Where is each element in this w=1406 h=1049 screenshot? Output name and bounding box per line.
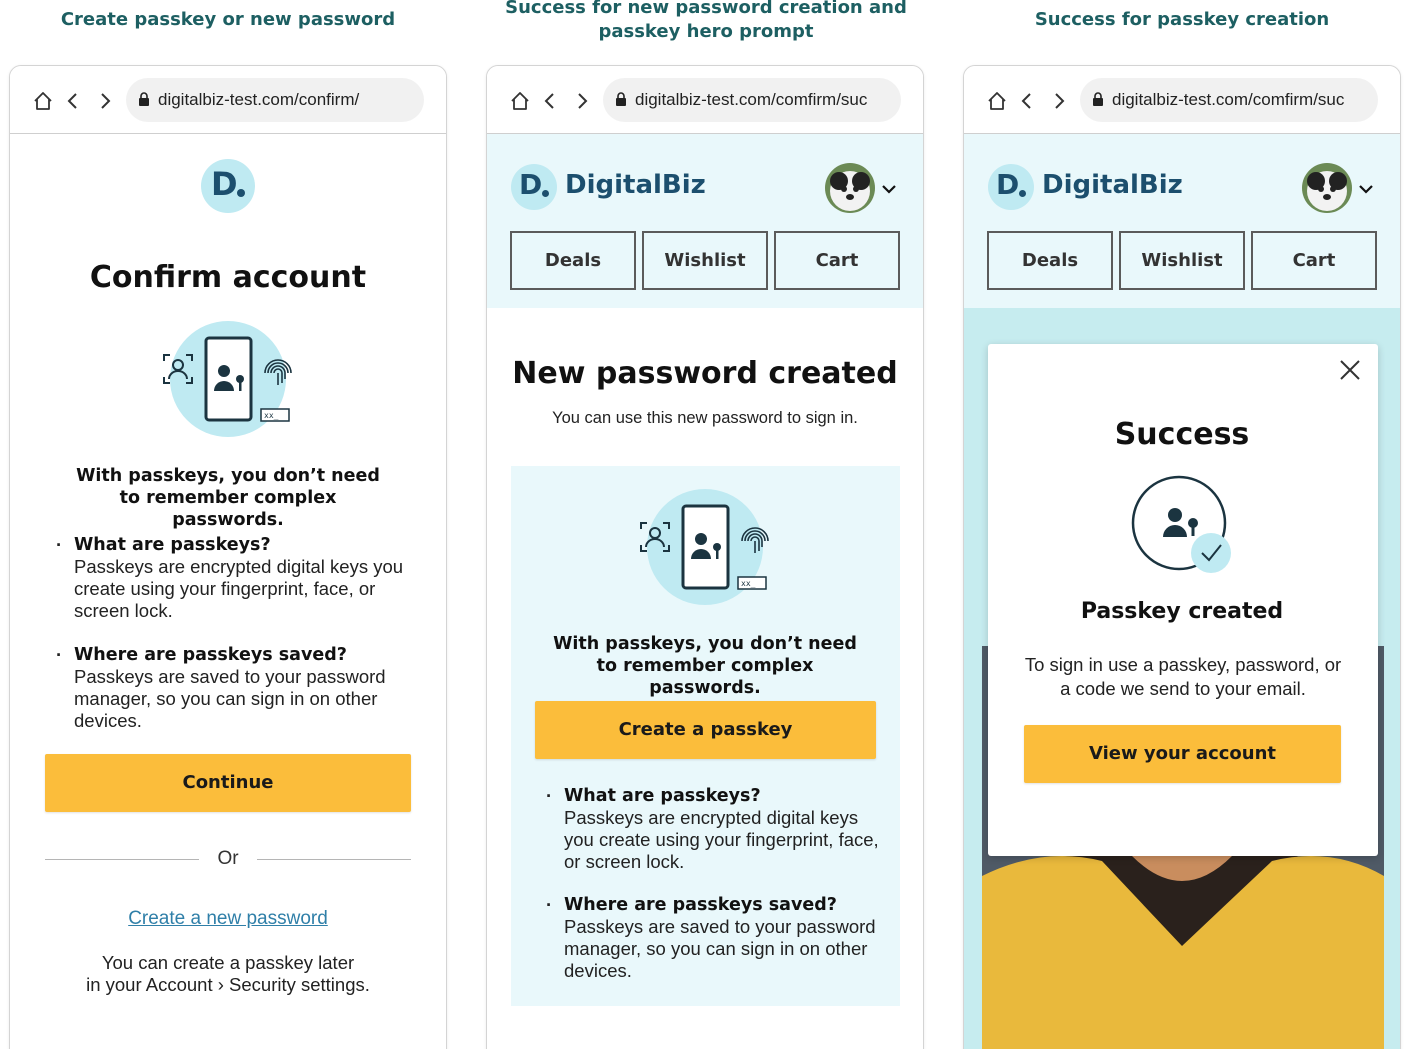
back-icon[interactable] bbox=[1016, 90, 1038, 112]
divider-left bbox=[45, 859, 199, 860]
divider-right bbox=[257, 859, 411, 860]
home-icon[interactable] bbox=[32, 90, 54, 112]
nav-cart[interactable]: Cart bbox=[1251, 231, 1377, 290]
nav-deals[interactable]: Deals bbox=[510, 231, 636, 290]
caption-passkey-success: Success for passkey creation bbox=[1034, 9, 1330, 30]
passkey-success-icon bbox=[1131, 475, 1231, 573]
lock-icon bbox=[139, 92, 149, 106]
avatar[interactable] bbox=[1302, 163, 1352, 213]
logo: D bbox=[511, 164, 557, 210]
logo-letter: D bbox=[519, 168, 543, 201]
page-title: Confirm account bbox=[89, 260, 367, 295]
url-text: digitalbiz-test.com/confirm/ bbox=[158, 90, 360, 109]
browser-bar: digitalbiz-test.com/confirm/ bbox=[10, 66, 446, 134]
intro-text: With passkeys, you don’t need to remembe… bbox=[553, 634, 857, 698]
faq-answer: Passkeys are encrypted digital keys you … bbox=[74, 556, 404, 621]
page-title: New password created bbox=[512, 356, 898, 391]
password-field-icon: xx_ bbox=[737, 576, 767, 590]
phone-user-key-icon bbox=[681, 504, 730, 590]
back-icon[interactable] bbox=[62, 90, 84, 112]
phone-new-password-created: digitalbiz-test.com/comfirm/suc D Digita… bbox=[486, 65, 924, 1049]
password-field-icon: xx_ bbox=[260, 408, 290, 422]
faq-question: What are passkeys? bbox=[564, 786, 761, 806]
footer-line-1: You can create a passkey later bbox=[101, 952, 355, 973]
svg-text:xx_: xx_ bbox=[741, 579, 756, 588]
page-subtitle: You can use this new password to sign in… bbox=[552, 409, 858, 427]
passkey-illustration: xx_ bbox=[640, 489, 769, 605]
home-icon[interactable] bbox=[509, 90, 531, 112]
chevron-down-icon[interactable] bbox=[881, 183, 897, 195]
chevron-down-icon[interactable] bbox=[1358, 183, 1374, 195]
faq-question: What are passkeys? bbox=[74, 535, 271, 555]
bullet: · bbox=[546, 894, 553, 915]
faq-question: Where are passkeys saved? bbox=[564, 895, 837, 915]
url-text: digitalbiz-test.com/comfirm/suc bbox=[635, 90, 868, 109]
brand-name: DigitalBiz bbox=[565, 170, 706, 200]
faq-answer: Passkeys are saved to your password mana… bbox=[74, 666, 386, 731]
brand-name: DigitalBiz bbox=[1042, 170, 1183, 200]
avatar[interactable] bbox=[825, 163, 875, 213]
browser-bar: digitalbiz-test.com/comfirm/suc bbox=[487, 66, 923, 134]
phone-user-key-icon bbox=[204, 336, 253, 422]
nav-deals[interactable]: Deals bbox=[987, 231, 1113, 290]
create-password-link[interactable]: Create a new password bbox=[10, 908, 446, 930]
logo-letter: D bbox=[996, 168, 1020, 201]
logo-letter: D bbox=[211, 165, 238, 203]
url-bar[interactable]: digitalbiz-test.com/comfirm/suc bbox=[1080, 78, 1378, 122]
logo: D bbox=[201, 159, 255, 213]
logo-dot bbox=[542, 190, 549, 197]
close-icon[interactable] bbox=[1339, 359, 1361, 381]
faq-item: · Where are passkeys saved? Passkeys are… bbox=[56, 644, 414, 732]
bullet: · bbox=[546, 785, 553, 806]
url-bar[interactable]: digitalbiz-test.com/comfirm/suc bbox=[603, 78, 901, 122]
forward-icon[interactable] bbox=[94, 90, 116, 112]
footer-line-2: in your Account › Security settings. bbox=[86, 974, 370, 995]
logo-dot bbox=[1019, 190, 1026, 197]
url-text: digitalbiz-test.com/comfirm/suc bbox=[1112, 90, 1345, 109]
intro-text: With passkeys, you don’t need to remembe… bbox=[76, 466, 380, 530]
phone-confirm-account: digitalbiz-test.com/confirm/ D Confirm a… bbox=[9, 65, 447, 1049]
browser-bar: digitalbiz-test.com/comfirm/suc bbox=[964, 66, 1400, 134]
checkmark-icon bbox=[1191, 533, 1231, 573]
faq-answer: Passkeys are encrypted digital keys you … bbox=[564, 807, 879, 872]
lock-icon bbox=[1093, 92, 1103, 106]
passkey-created-heading: Passkey created bbox=[1080, 599, 1284, 624]
or-label: Or bbox=[217, 848, 239, 869]
lock-icon bbox=[616, 92, 626, 106]
home-icon[interactable] bbox=[986, 90, 1008, 112]
nav-wishlist[interactable]: Wishlist bbox=[642, 231, 768, 290]
bullet: · bbox=[56, 644, 63, 665]
signin-text: To sign in use a passkey, password, or a… bbox=[1024, 654, 1342, 699]
view-account-button[interactable]: View your account bbox=[1024, 725, 1341, 783]
svg-text:xx_: xx_ bbox=[264, 411, 279, 420]
caption-new-password-success: Success for new password creation and pa… bbox=[505, 0, 907, 42]
modal-title: Success bbox=[1114, 417, 1250, 452]
continue-button[interactable]: Continue bbox=[45, 754, 411, 812]
forward-icon[interactable] bbox=[571, 90, 593, 112]
faq-item: · Where are passkeys saved? Passkeys are… bbox=[546, 894, 884, 982]
faq-question: Where are passkeys saved? bbox=[74, 645, 347, 665]
passkey-illustration: xx_ bbox=[163, 321, 292, 437]
nav-cart[interactable]: Cart bbox=[774, 231, 900, 290]
phone-passkey-created: digitalbiz-test.com/comfirm/suc D Digita… bbox=[963, 65, 1401, 1049]
bullet: · bbox=[56, 534, 63, 555]
logo: D bbox=[988, 164, 1034, 210]
faq-answer: Passkeys are saved to your password mana… bbox=[564, 916, 876, 981]
nav-wishlist[interactable]: Wishlist bbox=[1119, 231, 1245, 290]
forward-icon[interactable] bbox=[1048, 90, 1070, 112]
faq-item: · What are passkeys? Passkeys are encryp… bbox=[546, 785, 884, 873]
create-passkey-button[interactable]: Create a passkey bbox=[535, 701, 876, 759]
logo-dot bbox=[237, 189, 245, 197]
faq-item: · What are passkeys? Passkeys are encryp… bbox=[56, 534, 414, 622]
caption-create-passkey: Create passkey or new password bbox=[60, 9, 396, 30]
url-bar[interactable]: digitalbiz-test.com/confirm/ bbox=[126, 78, 424, 122]
back-icon[interactable] bbox=[539, 90, 561, 112]
